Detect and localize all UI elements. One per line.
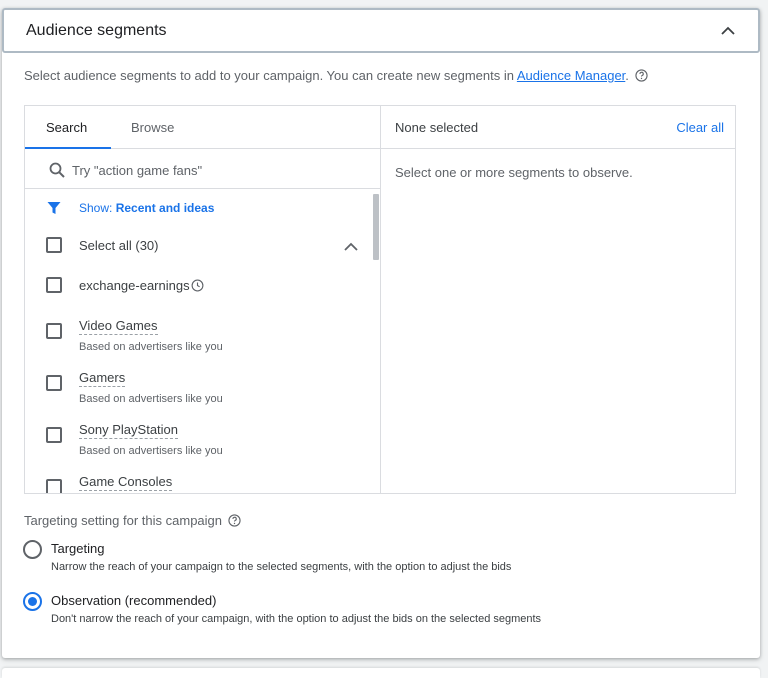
tab-search[interactable]: Search: [46, 120, 87, 135]
audience-segments-card: Audience segments Select audience segmen…: [2, 8, 760, 658]
clock-icon: [191, 279, 204, 292]
segment-checkbox[interactable]: [46, 277, 62, 293]
audience-manager-link[interactable]: Audience Manager: [517, 68, 625, 83]
intro-text: Select audience segments to add to your …: [24, 68, 648, 83]
observation-radio[interactable]: [23, 592, 42, 611]
segment-checkbox[interactable]: [46, 375, 62, 391]
option-label: Observation (recommended): [51, 593, 217, 608]
targeting-setting-title: Targeting setting for this campaign: [24, 513, 241, 528]
segment-description: Based on advertisers like you: [79, 445, 223, 457]
chevron-up-icon[interactable]: [720, 23, 736, 39]
search-row: [25, 150, 380, 189]
option-description: Narrow the reach of your campaign to the…: [51, 561, 512, 573]
active-tab-indicator: [25, 147, 111, 149]
segment-description: Based on advertisers like you: [79, 393, 223, 405]
select-all-row: Select all (30): [25, 236, 370, 262]
tab-browse[interactable]: Browse: [131, 120, 174, 135]
filter-toggle[interactable]: Show: Recent and ideas: [25, 198, 365, 220]
help-icon[interactable]: [635, 69, 648, 82]
clear-all-button[interactable]: Clear all: [676, 120, 724, 135]
segment-label[interactable]: Video Games: [79, 318, 158, 335]
scrollbar-thumb[interactable]: [373, 194, 379, 260]
card-header[interactable]: Audience segments: [2, 8, 760, 53]
option-label: Targeting: [51, 541, 105, 556]
search-icon: [49, 162, 65, 178]
tab-bar: Search Browse: [25, 106, 380, 149]
segment-label[interactable]: exchange-earnings: [79, 278, 190, 293]
segment-checkbox[interactable]: [46, 323, 62, 339]
help-icon[interactable]: [228, 514, 241, 527]
list-item: Video Games Based on advertisers like yo…: [25, 314, 370, 358]
segment-label[interactable]: Sony PlayStation: [79, 422, 179, 439]
selected-header: None selected Clear all: [381, 106, 736, 149]
option-description: Don't narrow the reach of your campaign,…: [51, 613, 542, 625]
chevron-up-icon[interactable]: [343, 239, 359, 255]
filter-label: Show: Recent and ideas: [79, 201, 215, 215]
segment-list: Show: Recent and ideas Select all (30) e…: [25, 190, 380, 493]
segment-search-pane: Search Browse Show: Recent and ideas: [25, 106, 381, 493]
segment-checkbox[interactable]: [46, 427, 62, 443]
segment-checkbox[interactable]: [46, 479, 62, 493]
list-item: Game Consoles: [25, 470, 370, 493]
targeting-radio[interactable]: [23, 540, 42, 559]
selected-hint: Select one or more segments to observe.: [395, 165, 633, 180]
segment-label[interactable]: Game Consoles: [79, 474, 173, 491]
select-all-label: Select all (30): [79, 238, 159, 253]
list-item: Gamers Based on advertisers like you: [25, 366, 370, 410]
segment-label[interactable]: Gamers: [79, 370, 126, 387]
card-title: Audience segments: [26, 22, 167, 39]
selected-count: None selected: [395, 120, 479, 135]
list-item: Sony PlayStation Based on advertisers li…: [25, 418, 370, 462]
list-item: exchange-earnings: [25, 276, 370, 302]
segment-description: Based on advertisers like you: [79, 341, 223, 353]
search-input[interactable]: [72, 159, 362, 181]
selected-segments-pane: None selected Clear all Select one or mo…: [381, 106, 736, 493]
next-card-edge: [2, 668, 760, 678]
filter-icon: [47, 202, 61, 214]
segment-picker-panel: Search Browse Show: Recent and ideas: [24, 105, 736, 494]
select-all-checkbox[interactable]: [46, 237, 62, 253]
